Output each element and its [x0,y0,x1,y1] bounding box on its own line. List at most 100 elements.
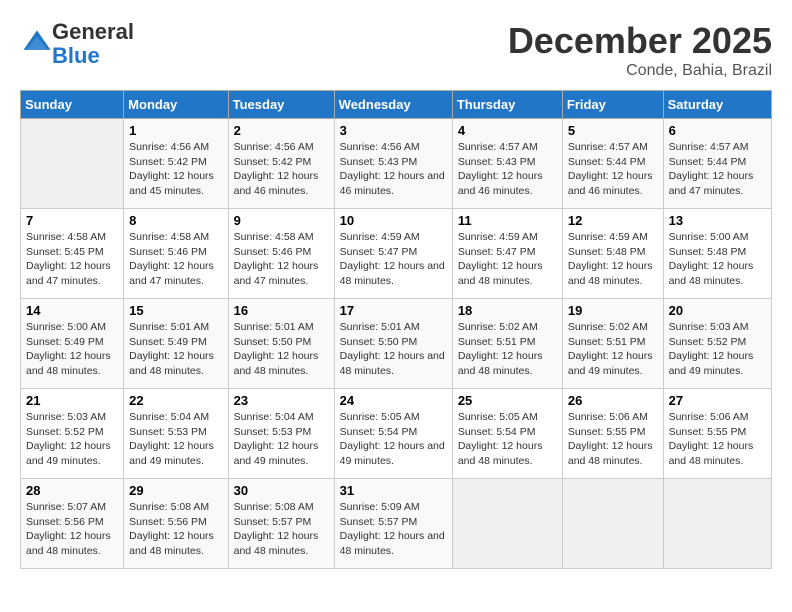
day-number: 13 [669,213,766,228]
day-info: Sunrise: 5:05 AMSunset: 5:54 PMDaylight:… [458,411,543,467]
day-number: 29 [129,483,222,498]
day-info: Sunrise: 4:59 AMSunset: 5:48 PMDaylight:… [568,231,653,287]
day-info: Sunrise: 5:01 AMSunset: 5:49 PMDaylight:… [129,321,214,377]
week-row-1: 1 Sunrise: 4:56 AMSunset: 5:42 PMDayligh… [21,119,772,209]
day-info: Sunrise: 5:00 AMSunset: 5:48 PMDaylight:… [669,231,754,287]
day-number: 4 [458,123,557,138]
day-info: Sunrise: 4:56 AMSunset: 5:42 PMDaylight:… [129,141,214,197]
calendar-cell: 6 Sunrise: 4:57 AMSunset: 5:44 PMDayligh… [663,119,771,209]
day-number: 8 [129,213,222,228]
calendar-cell: 24 Sunrise: 5:05 AMSunset: 5:54 PMDaylig… [334,389,452,479]
day-number: 7 [26,213,118,228]
day-number: 23 [234,393,329,408]
day-info: Sunrise: 5:09 AMSunset: 5:57 PMDaylight:… [340,501,445,557]
day-number: 31 [340,483,447,498]
calendar-cell: 26 Sunrise: 5:06 AMSunset: 5:55 PMDaylig… [562,389,663,479]
header-friday: Friday [562,91,663,119]
day-number: 10 [340,213,447,228]
day-number: 6 [669,123,766,138]
calendar-cell: 8 Sunrise: 4:58 AMSunset: 5:46 PMDayligh… [124,209,228,299]
logo: General Blue [20,20,134,68]
calendar-cell [562,479,663,569]
day-number: 22 [129,393,222,408]
calendar-cell: 17 Sunrise: 5:01 AMSunset: 5:50 PMDaylig… [334,299,452,389]
calendar-cell: 21 Sunrise: 5:03 AMSunset: 5:52 PMDaylig… [21,389,124,479]
calendar-cell: 19 Sunrise: 5:02 AMSunset: 5:51 PMDaylig… [562,299,663,389]
day-info: Sunrise: 4:58 AMSunset: 5:46 PMDaylight:… [234,231,319,287]
day-info: Sunrise: 4:59 AMSunset: 5:47 PMDaylight:… [340,231,445,287]
calendar-cell: 20 Sunrise: 5:03 AMSunset: 5:52 PMDaylig… [663,299,771,389]
day-number: 3 [340,123,447,138]
header-saturday: Saturday [663,91,771,119]
logo-icon [22,27,52,57]
day-number: 20 [669,303,766,318]
calendar-cell [21,119,124,209]
day-info: Sunrise: 5:01 AMSunset: 5:50 PMDaylight:… [234,321,319,377]
day-info: Sunrise: 5:00 AMSunset: 5:49 PMDaylight:… [26,321,111,377]
day-info: Sunrise: 4:57 AMSunset: 5:43 PMDaylight:… [458,141,543,197]
day-info: Sunrise: 5:07 AMSunset: 5:56 PMDaylight:… [26,501,111,557]
day-info: Sunrise: 4:59 AMSunset: 5:47 PMDaylight:… [458,231,543,287]
week-row-3: 14 Sunrise: 5:00 AMSunset: 5:49 PMDaylig… [21,299,772,389]
calendar-cell: 9 Sunrise: 4:58 AMSunset: 5:46 PMDayligh… [228,209,334,299]
day-number: 28 [26,483,118,498]
week-row-4: 21 Sunrise: 5:03 AMSunset: 5:52 PMDaylig… [21,389,772,479]
day-info: Sunrise: 4:56 AMSunset: 5:43 PMDaylight:… [340,141,445,197]
calendar-cell: 27 Sunrise: 5:06 AMSunset: 5:55 PMDaylig… [663,389,771,479]
calendar-cell: 14 Sunrise: 5:00 AMSunset: 5:49 PMDaylig… [21,299,124,389]
day-info: Sunrise: 4:58 AMSunset: 5:46 PMDaylight:… [129,231,214,287]
calendar-cell: 12 Sunrise: 4:59 AMSunset: 5:48 PMDaylig… [562,209,663,299]
day-number: 1 [129,123,222,138]
calendar-table: SundayMondayTuesdayWednesdayThursdayFrid… [20,90,772,569]
calendar-cell: 31 Sunrise: 5:09 AMSunset: 5:57 PMDaylig… [334,479,452,569]
day-info: Sunrise: 5:01 AMSunset: 5:50 PMDaylight:… [340,321,445,377]
title-block: December 2025 Conde, Bahia, Brazil [508,20,772,80]
week-row-2: 7 Sunrise: 4:58 AMSunset: 5:45 PMDayligh… [21,209,772,299]
calendar-cell: 22 Sunrise: 5:04 AMSunset: 5:53 PMDaylig… [124,389,228,479]
day-info: Sunrise: 4:57 AMSunset: 5:44 PMDaylight:… [669,141,754,197]
day-info: Sunrise: 4:58 AMSunset: 5:45 PMDaylight:… [26,231,111,287]
day-number: 17 [340,303,447,318]
day-info: Sunrise: 4:57 AMSunset: 5:44 PMDaylight:… [568,141,653,197]
day-info: Sunrise: 4:56 AMSunset: 5:42 PMDaylight:… [234,141,319,197]
calendar-cell: 2 Sunrise: 4:56 AMSunset: 5:42 PMDayligh… [228,119,334,209]
day-number: 24 [340,393,447,408]
day-number: 12 [568,213,658,228]
day-info: Sunrise: 5:04 AMSunset: 5:53 PMDaylight:… [234,411,319,467]
day-info: Sunrise: 5:02 AMSunset: 5:51 PMDaylight:… [458,321,543,377]
day-info: Sunrise: 5:03 AMSunset: 5:52 PMDaylight:… [669,321,754,377]
logo-blue-text: Blue [52,43,100,68]
calendar-cell: 5 Sunrise: 4:57 AMSunset: 5:44 PMDayligh… [562,119,663,209]
header-thursday: Thursday [452,91,562,119]
calendar-header-row: SundayMondayTuesdayWednesdayThursdayFrid… [21,91,772,119]
calendar-cell: 13 Sunrise: 5:00 AMSunset: 5:48 PMDaylig… [663,209,771,299]
calendar-cell: 15 Sunrise: 5:01 AMSunset: 5:49 PMDaylig… [124,299,228,389]
day-info: Sunrise: 5:03 AMSunset: 5:52 PMDaylight:… [26,411,111,467]
day-number: 26 [568,393,658,408]
calendar-cell: 1 Sunrise: 4:56 AMSunset: 5:42 PMDayligh… [124,119,228,209]
day-info: Sunrise: 5:04 AMSunset: 5:53 PMDaylight:… [129,411,214,467]
day-number: 25 [458,393,557,408]
month-title: December 2025 [508,20,772,62]
calendar-body: 1 Sunrise: 4:56 AMSunset: 5:42 PMDayligh… [21,119,772,569]
calendar-cell: 30 Sunrise: 5:08 AMSunset: 5:57 PMDaylig… [228,479,334,569]
calendar-cell [663,479,771,569]
day-info: Sunrise: 5:08 AMSunset: 5:56 PMDaylight:… [129,501,214,557]
day-number: 14 [26,303,118,318]
day-info: Sunrise: 5:06 AMSunset: 5:55 PMDaylight:… [669,411,754,467]
day-number: 16 [234,303,329,318]
calendar-cell: 3 Sunrise: 4:56 AMSunset: 5:43 PMDayligh… [334,119,452,209]
calendar-cell: 18 Sunrise: 5:02 AMSunset: 5:51 PMDaylig… [452,299,562,389]
header-monday: Monday [124,91,228,119]
day-number: 30 [234,483,329,498]
header-wednesday: Wednesday [334,91,452,119]
calendar-cell: 16 Sunrise: 5:01 AMSunset: 5:50 PMDaylig… [228,299,334,389]
day-info: Sunrise: 5:06 AMSunset: 5:55 PMDaylight:… [568,411,653,467]
day-number: 2 [234,123,329,138]
calendar-cell: 23 Sunrise: 5:04 AMSunset: 5:53 PMDaylig… [228,389,334,479]
day-number: 18 [458,303,557,318]
calendar-cell: 11 Sunrise: 4:59 AMSunset: 5:47 PMDaylig… [452,209,562,299]
calendar-cell: 25 Sunrise: 5:05 AMSunset: 5:54 PMDaylig… [452,389,562,479]
calendar-cell: 29 Sunrise: 5:08 AMSunset: 5:56 PMDaylig… [124,479,228,569]
day-number: 11 [458,213,557,228]
